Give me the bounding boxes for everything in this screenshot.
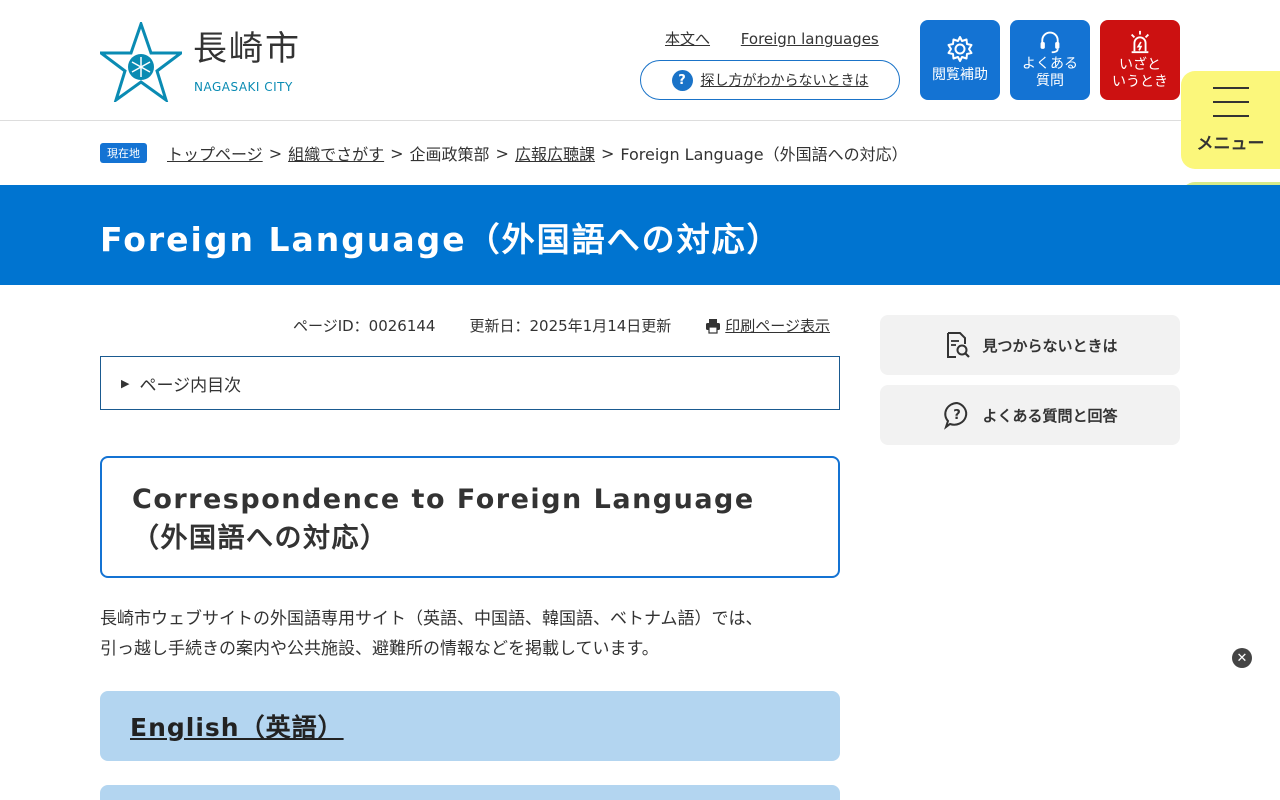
breadcrumb-current: Foreign Language（外国語への対応） xyxy=(620,145,908,164)
breadcrumb-separator: > xyxy=(600,143,615,163)
site-header: 長崎市 NAGASAKI CITY 本文へ Foreign languages … xyxy=(0,0,1280,121)
svg-text:?: ? xyxy=(954,408,962,423)
alarm-light-icon xyxy=(1130,30,1150,53)
intro-line-2: 引っ越し手続きの案内や公共施設、避難所の情報などを掲載しています。 xyxy=(100,639,659,659)
breadcrumb-planning-dept: 企画政策部 xyxy=(409,145,490,164)
menu-button[interactable]: メニュー xyxy=(1181,71,1280,169)
section-heading-box: Correspondence to Foreign Language（外国語への… xyxy=(100,456,840,578)
foreign-languages-link[interactable]: Foreign languages xyxy=(741,30,879,48)
next-language-section xyxy=(100,785,840,800)
faq-box-label: よくある質問と回答 xyxy=(982,406,1118,425)
star-logo-icon xyxy=(100,22,182,102)
page-id: ページID：0026144 xyxy=(293,317,436,335)
page-title: Foreign Language（外国語への対応） xyxy=(100,220,782,259)
faq-button[interactable]: よくある 質問 xyxy=(1010,20,1090,100)
print-link[interactable]: 印刷ページ表示 xyxy=(705,315,830,336)
triangle-right-icon: ▶ xyxy=(121,376,130,390)
section-heading: Correspondence to Foreign Language（外国語への… xyxy=(132,484,755,555)
table-of-contents-toggle[interactable]: ▶ ページ内目次 xyxy=(100,356,840,410)
english-section: English（英語） xyxy=(100,691,840,761)
accessibility-button[interactable]: 閲覧補助 xyxy=(920,20,1000,100)
search-help-label: 探し方がわからないときは xyxy=(700,73,869,89)
not-found-help-box[interactable]: 見つからないときは xyxy=(880,315,1180,375)
question-icon: ? xyxy=(671,69,693,91)
english-link[interactable]: English（英語） xyxy=(130,708,344,744)
close-icon[interactable]: ✕ xyxy=(1232,648,1252,668)
emergency-label-line2: いうとき xyxy=(1112,74,1168,90)
breadcrumb-organization[interactable]: 組織でさがす xyxy=(288,141,384,165)
breadcrumb-separator: > xyxy=(268,143,283,163)
speech-bubble-question-icon: ? xyxy=(944,401,968,430)
menu-label: メニュー xyxy=(1196,133,1265,154)
breadcrumb-separator: > xyxy=(390,143,404,163)
breadcrumb: 現在地 トップページ > 組織でさがす > 企画政策部 > 広報広聴課 > Fo… xyxy=(100,141,908,165)
breadcrumb-separator: > xyxy=(495,143,509,163)
site-logo[interactable]: 長崎市 NAGASAKI CITY xyxy=(100,22,320,102)
toc-label: ページ内目次 xyxy=(139,375,242,396)
current-location-badge: 現在地 xyxy=(100,143,147,163)
printer-icon xyxy=(706,318,721,334)
page-meta: ページID：0026144 更新日：2025年1月14日更新 印刷ページ表示 xyxy=(293,315,830,336)
logo-subtitle: NAGASAKI CITY xyxy=(194,80,293,94)
emergency-label-line1: いざと xyxy=(1119,56,1161,73)
intro-line-1: 長崎市ウェブサイトの外国語専用サイト（英語、中国語、韓国語、ベトナム語）では、 xyxy=(100,609,763,629)
intro-paragraph: 長崎市ウェブサイトの外国語専用サイト（英語、中国語、韓国語、ベトナム語）では、 … xyxy=(100,604,840,664)
headset-icon xyxy=(1040,31,1060,53)
gear-icon xyxy=(947,36,973,63)
utility-links: 本文へ Foreign languages xyxy=(665,28,905,49)
hamburger-icon xyxy=(1212,86,1249,117)
skip-to-content-link[interactable]: 本文へ xyxy=(665,30,710,48)
faq-label-line2: 質問 xyxy=(1036,73,1064,89)
faq-label-line1: よくある xyxy=(1022,55,1078,72)
search-help-button[interactable]: ? 探し方がわからないときは xyxy=(640,60,900,100)
document-search-icon xyxy=(947,332,971,358)
emergency-button[interactable]: いざと いうとき xyxy=(1100,20,1180,100)
not-found-label: 見つからないときは xyxy=(982,336,1118,355)
faq-box[interactable]: ? よくある質問と回答 xyxy=(880,385,1180,445)
breadcrumb-top[interactable]: トップページ xyxy=(167,141,263,165)
updated-date: 更新日：2025年1月14日更新 xyxy=(469,317,672,335)
logo-title: 長崎市 xyxy=(193,29,301,69)
accessibility-label: 閲覧補助 xyxy=(932,67,988,84)
title-banner: Foreign Language（外国語への対応） xyxy=(0,185,1280,285)
print-label: 印刷ページ表示 xyxy=(725,317,830,335)
breadcrumb-pr-division[interactable]: 広報広聴課 xyxy=(515,141,595,165)
